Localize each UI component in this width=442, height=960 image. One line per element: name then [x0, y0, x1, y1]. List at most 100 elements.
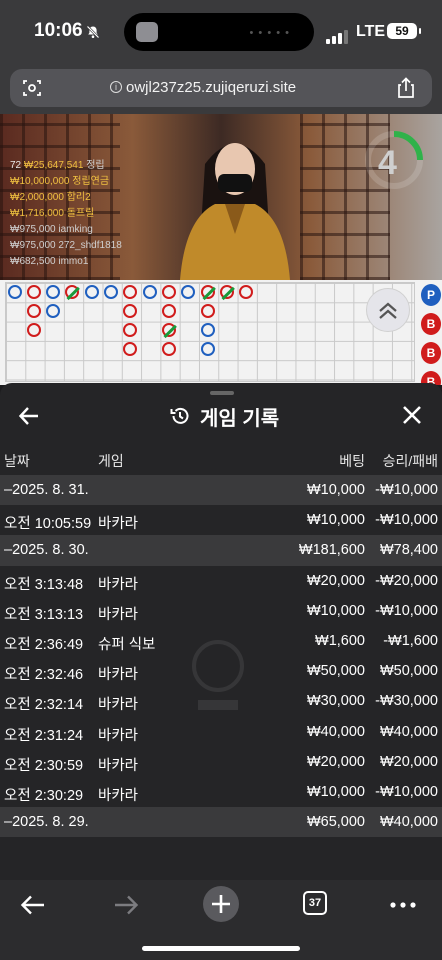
plus-icon [212, 895, 230, 913]
history-row[interactable]: 오전 2:32:14 바카라 ₩30,000 -₩30,000 [0, 686, 442, 716]
row-result: ₩40,000 [379, 723, 438, 740]
leader-amount: ₩682,500 [10, 256, 56, 267]
banker-bead [161, 303, 176, 318]
banker-bead [26, 323, 41, 338]
history-row[interactable]: 오전 2:30:59 바카라 ₩20,000 ₩20,000 [0, 747, 442, 777]
row-game: 바카라 [98, 757, 139, 774]
history-row[interactable]: 오전 2:30:29 바카라 ₩10,000 -₩10,000 [0, 777, 442, 807]
banker-bead [161, 284, 176, 299]
banker-bead [200, 303, 215, 318]
url-text[interactable]: owjl237z25.zujiqeruzi.site [126, 79, 296, 96]
countdown-number: 4 [378, 144, 397, 182]
history-row[interactable]: 오전 2:31:24 바카라 ₩40,000 ₩40,000 [0, 717, 442, 747]
row-date: –2025. 8. 30. [4, 542, 89, 559]
leader-amount: ₩10,000,000 [10, 176, 70, 187]
leader-name: 정립연금 [72, 176, 110, 187]
row-bet: ₩20,000 [306, 753, 365, 770]
row-game: 슈퍼 식보 [98, 636, 156, 653]
tabs-button[interactable]: 37 [303, 891, 327, 915]
player-bead [200, 342, 215, 357]
network-type: LTE [356, 23, 386, 40]
banker-bead [26, 303, 41, 318]
leader-name: 합리2 [66, 192, 91, 203]
row-result: ₩40,000 [379, 814, 438, 831]
share-icon[interactable] [396, 77, 416, 99]
leader-row: ₩1,716,000 돌프릴 [10, 206, 122, 222]
date-group-header[interactable]: –2025. 8. 31. ₩10,000 -₩10,000 [0, 475, 442, 506]
leader-row: ₩975,000 iamking [10, 222, 122, 238]
player-bead [142, 284, 157, 299]
row-game: 바카라 [98, 606, 139, 623]
island-indicator: • • • • • [249, 27, 290, 39]
more-icon[interactable] [388, 890, 418, 920]
row-date: 오전 3:13:13 [4, 606, 84, 623]
prediction-pill[interactable]: B [421, 342, 441, 364]
game-history-sheet: 게임 기록 날짜 게임 베팅 승리/패배 –2025. 8. 31. ₩10,00… [0, 383, 442, 883]
history-row[interactable]: 오전 10:05:59 바카라 ₩10,000 -₩10,000 [0, 505, 442, 535]
row-result: ₩20,000 [379, 753, 438, 770]
row-game: 바카라 [98, 516, 139, 533]
row-bet: ₩20,000 [306, 572, 365, 589]
row-date: 오전 2:30:29 [4, 787, 84, 804]
new-tab-button[interactable] [203, 886, 239, 922]
total-bet: ₩25,647,541 [23, 160, 84, 171]
sheet-grabber[interactable] [210, 391, 234, 395]
leader-name: 돌프릴 [66, 208, 95, 219]
leader-amount: ₩2,000,000 [10, 192, 64, 203]
history-row[interactable]: 오전 3:13:13 바카라 ₩10,000 -₩10,000 [0, 596, 442, 626]
tie-bead [219, 284, 234, 299]
banker-bead [123, 284, 138, 299]
row-date: 오전 3:13:48 [4, 576, 84, 593]
history-row[interactable]: 오전 3:13:48 바카라 ₩20,000 -₩20,000 [0, 566, 442, 596]
home-indicator [142, 946, 300, 951]
banker-bead [123, 303, 138, 318]
row-result: -₩30,000 [375, 693, 438, 710]
player-bead [84, 284, 99, 299]
row-game: 바카라 [98, 787, 139, 804]
chevron-double-up-icon [379, 302, 397, 319]
row-bet: ₩1,600 [315, 632, 365, 649]
col-game: 게임 [98, 453, 124, 469]
prediction-pill[interactable]: P [421, 284, 441, 306]
browser-url-bar: i owjl237z25.zujiqeruzi.site [0, 64, 442, 114]
sheet-title: 게임 기록 [200, 408, 280, 430]
total-suffix: 정립 [86, 160, 105, 171]
row-bet: ₩50,000 [306, 663, 365, 680]
back-icon[interactable] [18, 890, 48, 920]
forward-icon[interactable] [111, 890, 141, 920]
collapse-roadmap-button[interactable] [366, 288, 410, 332]
history-row[interactable]: 오전 2:36:49 슈퍼 식보 ₩1,600 -₩1,600 [0, 626, 442, 656]
row-date: 오전 10:05:59 [4, 516, 92, 533]
back-arrow-icon[interactable] [18, 405, 40, 427]
tie-bead [65, 284, 80, 299]
leader-amount: ₩975,000 [10, 240, 56, 251]
list-fade [0, 843, 442, 883]
address-field[interactable]: i owjl237z25.zujiqeruzi.site [10, 69, 432, 107]
history-row[interactable]: 오전 2:32:46 바카라 ₩50,000 ₩50,000 [0, 656, 442, 686]
row-date: 오전 2:30:59 [4, 757, 84, 774]
close-icon[interactable] [402, 405, 422, 425]
prediction-pill[interactable]: B [421, 313, 441, 335]
leader-name: 272_shdf1818 [58, 240, 122, 251]
history-list: –2025. 8. 31. ₩10,000 -₩10,000 오전 10:05:59 바… [0, 475, 442, 838]
leader-row: ₩975,000 272_shdf1818 [10, 238, 122, 254]
row-date: 오전 2:32:46 [4, 667, 84, 684]
leader-row: ₩10,000,000 정립연금 [10, 174, 122, 190]
date-group-header[interactable]: –2025. 8. 29. ₩65,000 ₩40,000 [0, 807, 442, 838]
row-game: 바카라 [98, 576, 139, 593]
page-menu-icon[interactable] [22, 78, 42, 98]
tie-bead [200, 284, 215, 299]
bet-leaderboard: 72 ₩25,647,541 정립 ₩10,000,000 정립연금 ₩2,000… [10, 158, 122, 270]
row-bet: ₩181,600 [298, 542, 365, 559]
row-date: –2025. 8. 31. [4, 482, 89, 498]
row-result: ₩78,400 [379, 542, 438, 559]
clock: 10:06 [34, 20, 83, 41]
leader-amount: ₩975,000 [10, 224, 56, 235]
dealer-figure [180, 143, 290, 280]
battery-indicator: 59 [387, 23, 421, 39]
dynamic-island: • • • • • [124, 13, 314, 51]
player-bead [200, 323, 215, 338]
leader-name: immo1 [58, 256, 89, 267]
date-group-header[interactable]: –2025. 8. 30. ₩181,600 ₩78,400 [0, 535, 442, 566]
history-icon [170, 407, 189, 424]
